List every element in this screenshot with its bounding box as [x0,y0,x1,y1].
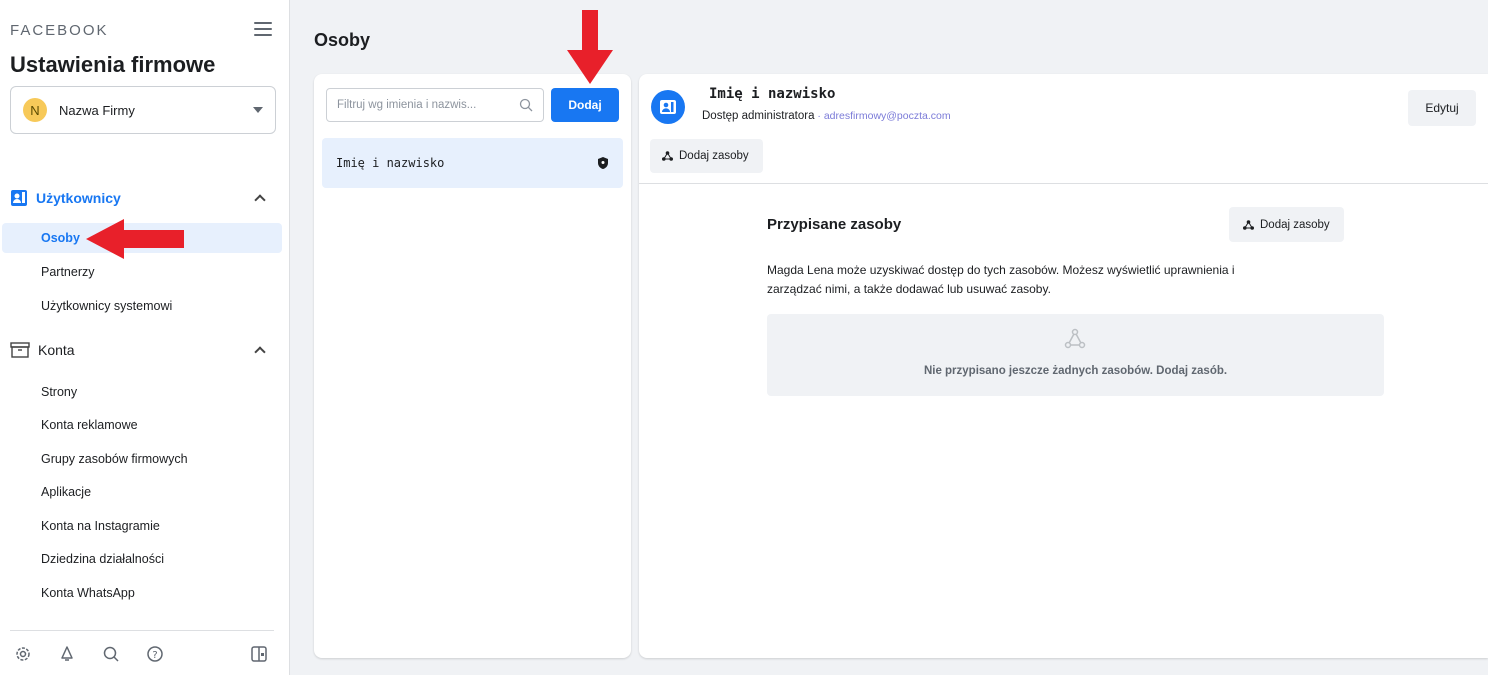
assigned-assets-title: Przypisane zasoby [767,216,902,233]
panel-toggle-icon[interactable] [250,645,268,663]
sidebar-item-system-users[interactable]: Użytkownicy systemowi [2,291,282,321]
person-name: Imię i nazwisko [336,156,445,170]
asset-nodes-icon [1064,328,1086,349]
add-assets-button[interactable]: Dodaj zasoby [650,139,763,173]
chevron-up-icon[interactable] [254,194,266,206]
add-assets-label: Dodaj zasoby [1260,218,1330,231]
edit-button[interactable]: Edytuj [1408,90,1476,126]
sidebar-section-users[interactable]: Użytkownicy [10,186,272,210]
svg-text:?: ? [152,650,157,661]
sidebar: FACEBOOK Ustawienia firmowe N Nazwa Firm… [0,0,290,675]
description-line: Magda Lena może uzyskiwać dostęp do tych… [767,263,1235,277]
description-line: zarządzać nimi, a także dodawać lub usuw… [767,282,1051,296]
help-icon[interactable]: ? [146,645,164,663]
sidebar-item-strony[interactable]: Strony [2,377,282,407]
assigned-assets-description: Magda Lena może uzyskiwać dostęp do tych… [767,261,1367,299]
settings-icon[interactable] [14,645,32,663]
sidebar-footer: ? [10,630,274,675]
chevron-up-icon[interactable] [254,346,266,358]
people-list-panel: Dodaj Imię i nazwisko [314,74,631,658]
empty-assets-text: Nie przypisano jeszcze żadnych zasobów. … [923,365,1228,377]
add-assets-button-secondary[interactable]: Dodaj zasoby [1229,207,1344,242]
caret-down-icon [253,107,263,113]
search-icon[interactable] [102,645,120,663]
page-title: Osoby [314,30,371,50]
search-icon [519,98,533,112]
empty-assets-state: Nie przypisano jeszcze żadnych zasobów. … [767,314,1384,396]
sidebar-item-ad-accounts[interactable]: Konta reklamowe [2,410,282,440]
sidebar-item-apps[interactable]: Aplikacje [2,477,282,507]
sidebar-section-accounts[interactable]: Konta [10,338,272,362]
sidebar-item-whatsapp[interactable]: Konta WhatsApp [2,578,282,608]
sidebar-item-domains[interactable]: Dziedzina działalności [2,544,282,574]
user-role: Dostęp administratora [702,110,815,122]
sidebar-section-label: Użytkownicy [36,190,121,206]
users-icon [11,190,27,206]
business-avatar: N [23,98,47,122]
annotation-arrow-left-icon [86,219,184,259]
add-person-button[interactable]: Dodaj [551,88,619,122]
detail-header: Imię i nazwisko Dostęp administratora · … [639,74,1488,184]
sidebar-item-instagram[interactable]: Konta na Instagramie [2,511,282,541]
filter-input[interactable] [337,99,519,111]
add-assets-label: Dodaj zasoby [679,150,749,162]
meta-separator: · [814,110,824,122]
user-meta: Dostęp administratora · adresfirmowy@poc… [702,110,951,122]
user-email: adresfirmowy@poczta.com [823,110,951,122]
person-detail-panel: Imię i nazwisko Dostęp administratora · … [639,74,1488,658]
asset-nodes-icon [662,151,673,161]
asset-nodes-icon [1243,219,1254,230]
sidebar-item-partnerzy[interactable]: Partnerzy [2,257,282,287]
search-box[interactable] [326,88,544,122]
briefcase-icon [10,342,30,358]
hamburger-icon[interactable] [254,22,272,36]
business-selector[interactable]: N Nazwa Firmy [10,86,276,134]
user-name: Imię i nazwisko [709,86,836,102]
brand-logo-text: FACEBOOK [10,22,109,39]
users-icon [660,100,676,114]
annotation-arrow-down-icon [567,10,613,84]
shield-icon [598,157,608,169]
sidebar-title: Ustawienia firmowe [10,52,216,77]
business-name: Nazwa Firmy [59,102,135,118]
sidebar-section-label: Konta [38,342,75,358]
list-item[interactable]: Imię i nazwisko [322,138,623,188]
user-avatar [651,90,685,124]
bell-icon[interactable] [58,645,76,663]
sidebar-item-asset-groups[interactable]: Grupy zasobów firmowych [2,444,282,474]
